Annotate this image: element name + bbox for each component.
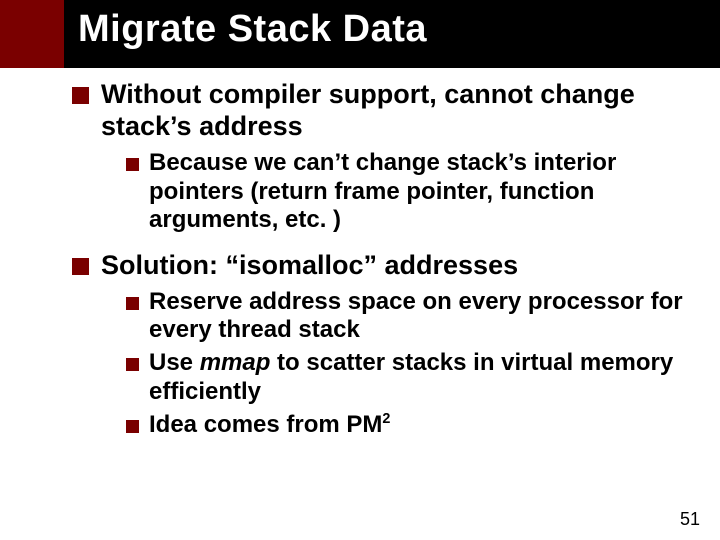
italic-text: mmap — [200, 349, 271, 376]
superscript: 2 — [382, 411, 390, 427]
bullet-text: Use mmap to scatter stacks in virtual me… — [149, 349, 704, 407]
slide: Migrate Stack Data Without compiler supp… — [0, 0, 720, 540]
square-bullet-icon — [72, 258, 89, 275]
spacer — [72, 239, 704, 249]
slide-title: Migrate Stack Data — [78, 8, 427, 51]
square-bullet-icon — [126, 158, 139, 171]
bullet-level2: Because we can’t change stack’s interior… — [126, 149, 704, 235]
bullet-level1: Solution: “isomalloc” addresses — [72, 249, 704, 281]
square-bullet-icon — [72, 87, 89, 104]
bullet-level2: Idea comes from PM2 — [126, 411, 704, 440]
square-bullet-icon — [126, 420, 139, 433]
bullet-level2: Use mmap to scatter stacks in virtual me… — [126, 349, 704, 407]
title-bar: Migrate Stack Data — [0, 0, 720, 68]
text-prefix: Use — [149, 349, 200, 376]
text-prefix: Idea comes from PM — [149, 411, 382, 438]
bullet-level1: Without compiler support, cannot change … — [72, 78, 704, 143]
bullet-text: Without compiler support, cannot change … — [101, 78, 704, 143]
page-number: 51 — [680, 509, 700, 530]
bullet-text: Solution: “isomalloc” addresses — [101, 249, 518, 281]
bullet-text: Reserve address space on every processor… — [149, 288, 704, 346]
content-area: Without compiler support, cannot change … — [72, 78, 704, 444]
square-bullet-icon — [126, 297, 139, 310]
bullet-level2: Reserve address space on every processor… — [126, 288, 704, 346]
square-bullet-icon — [126, 358, 139, 371]
accent-block — [0, 0, 64, 68]
bullet-text: Idea comes from PM2 — [149, 411, 390, 440]
bullet-text: Because we can’t change stack’s interior… — [149, 149, 704, 235]
